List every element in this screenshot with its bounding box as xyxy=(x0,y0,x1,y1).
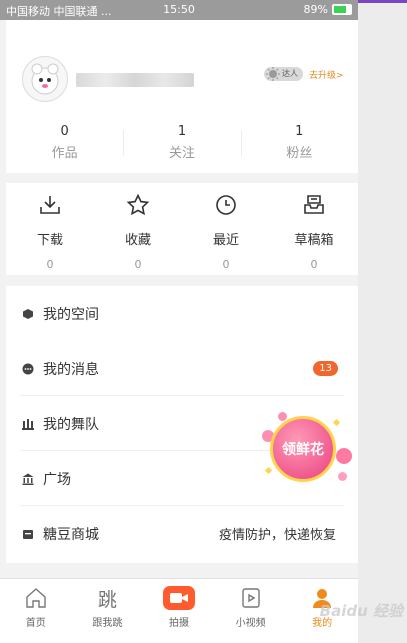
quick-count: 0 xyxy=(46,258,54,271)
battery-icon xyxy=(332,4,352,15)
menu-label: 糖豆商城 xyxy=(43,526,99,543)
sun-icon xyxy=(266,67,280,81)
stat-works[interactable]: 0 作品 xyxy=(6,124,123,161)
tab-shoot[interactable]: 拍摄 xyxy=(143,579,215,643)
username-blurred xyxy=(76,73,194,87)
team-icon xyxy=(22,418,34,430)
quick-favorites[interactable]: 收藏 0 xyxy=(94,183,182,275)
level-badge: 达人 xyxy=(264,67,303,81)
stat-label: 粉丝 xyxy=(286,146,313,161)
bottom-tab-bar: 首页 跳 跟我跳 拍摄 小视频 我的 xyxy=(0,578,358,643)
tab-short-video[interactable]: 小视频 xyxy=(215,579,287,643)
quick-recent[interactable]: 最近 0 xyxy=(182,183,270,275)
shop-icon xyxy=(22,528,34,540)
window-accent-bar xyxy=(358,0,407,3)
download-icon xyxy=(6,193,94,217)
quick-label: 草稿箱 xyxy=(294,233,334,248)
promo-label: 领鲜花 xyxy=(282,442,324,458)
promo-flower-button[interactable]: 领鲜花 xyxy=(256,410,358,492)
shop-notice: 疫情防护，快递恢复 xyxy=(218,528,336,543)
stat-value: 1 xyxy=(295,124,304,139)
status-bar: 中国移动 中国联通 ... 15:50 89% xyxy=(0,0,358,20)
quick-count: 0 xyxy=(310,258,318,271)
sparkle-decoration xyxy=(264,466,273,475)
clock-icon xyxy=(182,193,270,217)
video-icon xyxy=(215,586,287,610)
message-count-badge: 13 xyxy=(313,361,338,376)
promo-circle: 领鲜花 xyxy=(270,416,336,482)
profile-card: 达人 去升级> 0 作品 1 关注 1 粉丝 xyxy=(6,20,358,173)
sparkle-decoration xyxy=(332,418,341,427)
home-icon xyxy=(0,586,72,610)
battery-percent: 89% xyxy=(303,3,328,16)
stat-label: 关注 xyxy=(168,146,195,161)
menu-item-shop[interactable]: 糖豆商城 疫情防护，快递恢复 xyxy=(6,506,358,561)
stat-following[interactable]: 1 关注 xyxy=(123,124,240,161)
quick-label: 最近 xyxy=(212,233,239,248)
menu-label: 我的空间 xyxy=(43,306,99,323)
tab-home[interactable]: 首页 xyxy=(0,579,72,643)
quick-actions: 下载 0 收藏 0 最近 0 草稿箱 0 xyxy=(6,183,358,275)
quick-download[interactable]: 下载 0 xyxy=(6,183,94,275)
stat-label: 作品 xyxy=(51,146,78,161)
stat-value: 0 xyxy=(60,124,69,139)
menu-label: 我的舞队 xyxy=(43,416,99,433)
quick-label: 收藏 xyxy=(124,233,151,248)
background-strip xyxy=(358,0,407,643)
menu-label: 广场 xyxy=(43,471,71,488)
menu-label: 我的消息 xyxy=(43,361,99,378)
camera-icon xyxy=(143,586,215,610)
drafts-icon xyxy=(270,193,358,217)
tab-label: 首页 xyxy=(25,618,46,629)
quick-count: 0 xyxy=(222,258,230,271)
plaza-icon xyxy=(22,473,34,485)
tab-label: 小视频 xyxy=(235,618,266,629)
quick-count: 0 xyxy=(134,258,142,271)
tab-label: 拍摄 xyxy=(168,618,189,629)
battery-indicator: 89% xyxy=(304,3,352,16)
flower-decoration xyxy=(338,472,347,481)
menu-item-space[interactable]: 我的空间 xyxy=(6,286,358,341)
dance-icon: 跳 xyxy=(97,588,117,611)
message-icon xyxy=(22,363,34,375)
star-icon xyxy=(94,193,182,217)
stat-value: 1 xyxy=(177,124,187,139)
flower-decoration xyxy=(336,448,352,464)
profile-stats: 0 作品 1 关注 1 粉丝 xyxy=(6,124,358,161)
phone-screen: 中国移动 中国联通 ... 15:50 89% 达人 去升级> 0 作品 1 关… xyxy=(0,0,358,643)
avatar[interactable] xyxy=(22,56,68,102)
tab-label: 跟我跳 xyxy=(92,618,123,629)
level-badge-text: 达人 xyxy=(282,69,298,78)
watermark: Baidu 经验 xyxy=(319,602,403,620)
stat-fans[interactable]: 1 粉丝 xyxy=(240,124,358,161)
quick-drafts[interactable]: 草稿箱 0 xyxy=(270,183,358,275)
quick-label: 下载 xyxy=(36,233,63,248)
tab-dance[interactable]: 跳 跟我跳 xyxy=(72,579,144,643)
menu-item-messages[interactable]: 我的消息 13 xyxy=(6,341,358,396)
level-area[interactable]: 达人 去升级> xyxy=(264,67,344,81)
upgrade-link[interactable]: 去升级> xyxy=(309,68,344,81)
cube-icon xyxy=(22,308,34,320)
